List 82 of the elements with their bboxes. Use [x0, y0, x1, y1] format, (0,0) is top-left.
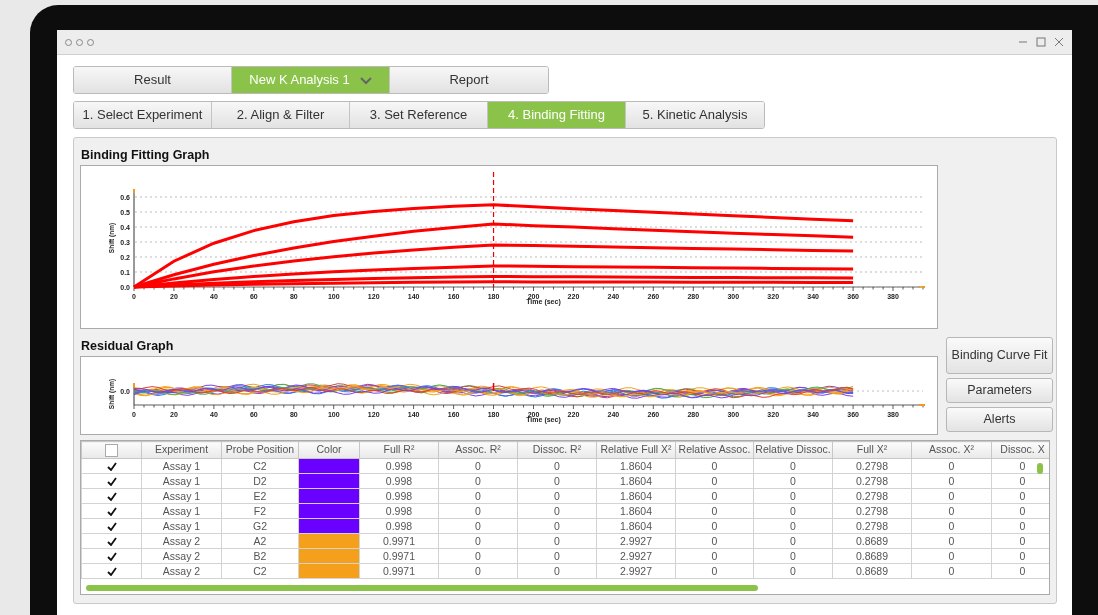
table-cell: 0	[438, 563, 518, 579]
table-cell: 0.998	[359, 518, 439, 534]
table-cell: Assay 2	[141, 563, 222, 579]
table-cell: 0	[911, 533, 992, 549]
table-cell: Assay 1	[141, 503, 222, 519]
table-cell: 0.2798	[832, 488, 912, 504]
table-cell: 0.2798	[832, 518, 912, 534]
table-cell: Assay 2	[141, 548, 222, 564]
table-cell: 0.998	[359, 473, 439, 489]
table-cell: 0	[753, 563, 833, 579]
table-cell: 0.8689	[832, 548, 912, 564]
table-cell: 0	[675, 458, 754, 474]
table-cell: 0	[517, 473, 597, 489]
table-cell: 2.9927	[596, 548, 676, 564]
table-cell: G2	[221, 518, 299, 534]
table-cell: 0	[517, 458, 597, 474]
table-cell: C2	[221, 563, 299, 579]
table-cell: 0	[753, 518, 833, 534]
table-cell: 0	[675, 473, 754, 489]
table-cell: 0	[438, 458, 518, 474]
table-cell: Assay 2	[141, 533, 222, 549]
table-cell: 0	[675, 533, 754, 549]
table-cell: 0	[911, 518, 992, 534]
table-cell: 2.9927	[596, 533, 676, 549]
table-cell: Assay 1	[141, 488, 222, 504]
table-cell: 0	[438, 473, 518, 489]
table-cell: 0	[438, 503, 518, 519]
table-cell: C2	[221, 458, 299, 474]
table-cell: 0	[911, 458, 992, 474]
table-cell: 1.8604	[596, 518, 676, 534]
section-title: Residual Graph	[81, 339, 174, 353]
table-cell: Assay 1	[141, 518, 222, 534]
table-cell: 0	[753, 458, 833, 474]
table-cell: 0	[438, 548, 518, 564]
table-cell: 0	[753, 473, 833, 489]
table-cell: 0.2798	[832, 503, 912, 519]
table-cell: 1.8604	[596, 473, 676, 489]
table-cell: Assay 1	[141, 473, 222, 489]
table-cell: 0	[517, 518, 597, 534]
table-cell: 0	[753, 533, 833, 549]
table-cell: 0.998	[359, 458, 439, 474]
table-cell: 0.9971	[359, 548, 439, 564]
table-cell: D2	[221, 473, 299, 489]
table-cell: 0	[517, 548, 597, 564]
table-cell: 0	[911, 473, 992, 489]
table-cell: B2	[221, 548, 299, 564]
table-cell: 0	[911, 503, 992, 519]
table-cell: A2	[221, 533, 299, 549]
table-cell: 0	[517, 503, 597, 519]
table-cell: 0	[753, 503, 833, 519]
table-cell: 0.2798	[832, 473, 912, 489]
table-cell: 0.8689	[832, 533, 912, 549]
table-cell: 0	[675, 548, 754, 564]
table-cell: E2	[221, 488, 299, 504]
table-cell: 0	[753, 548, 833, 564]
table-cell: 0.9971	[359, 563, 439, 579]
table-cell: 0.998	[359, 488, 439, 504]
section-title: Binding Fitting Graph	[81, 148, 210, 162]
table-cell: Assay 1	[141, 458, 222, 474]
table-cell: 0	[675, 503, 754, 519]
table-cell: 0	[517, 563, 597, 579]
table-cell: 0	[911, 563, 992, 579]
table-cell: 1.8604	[596, 503, 676, 519]
table-cell: 1.8604	[596, 458, 676, 474]
table-cell: 0	[438, 518, 518, 534]
table-cell: 0	[438, 533, 518, 549]
table-cell: 0	[675, 488, 754, 504]
table-cell: 0.998	[359, 503, 439, 519]
table-cell: 1.8604	[596, 488, 676, 504]
table-cell: 0.2798	[832, 458, 912, 474]
table-cell: 0	[517, 533, 597, 549]
table-cell: F2	[221, 503, 299, 519]
table-cell: 0	[438, 488, 518, 504]
table-cell: 0	[517, 488, 597, 504]
table-cell: 2.9927	[596, 563, 676, 579]
table-cell: 0.9971	[359, 533, 439, 549]
table-cell: 0	[675, 518, 754, 534]
table-cell: 0.8689	[832, 563, 912, 579]
table-cell: 0	[911, 548, 992, 564]
table-cell: 0	[675, 563, 754, 579]
table-cell: 0	[753, 488, 833, 504]
table-cell: 0	[911, 488, 992, 504]
